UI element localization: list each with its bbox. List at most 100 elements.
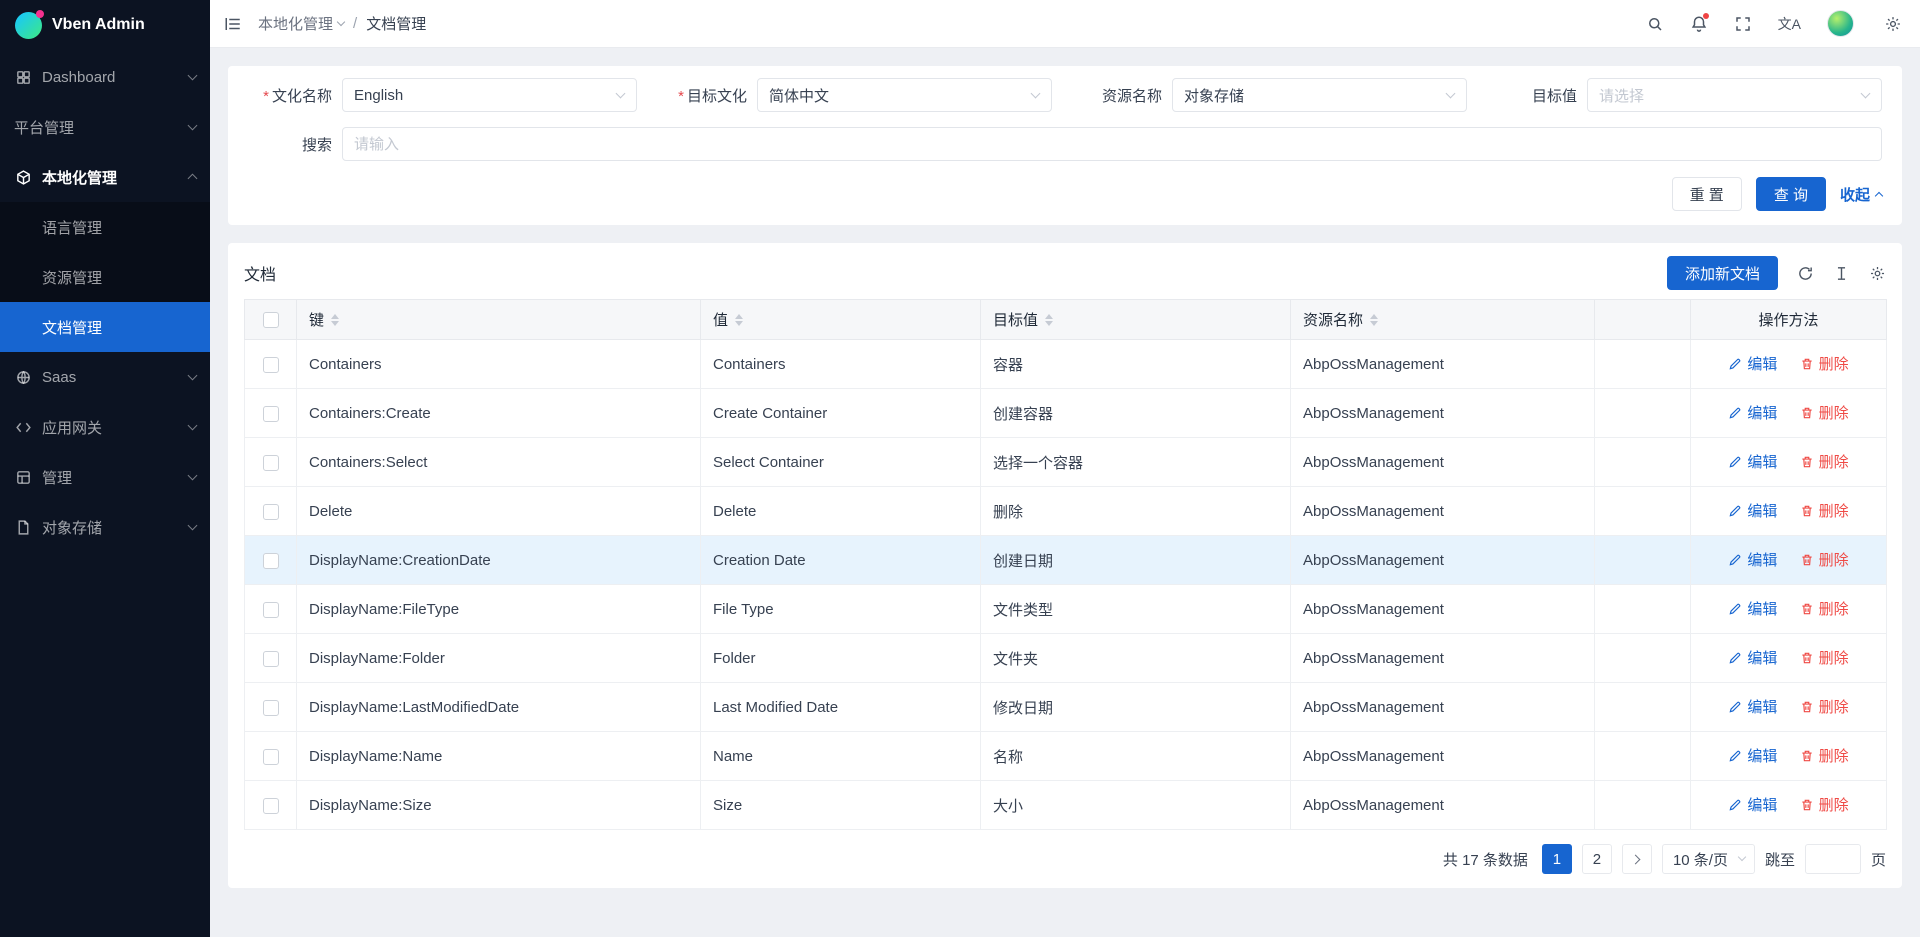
edit-button[interactable]: 编辑 [1728, 402, 1777, 423]
cell-key: DisplayName:CreationDate [297, 536, 701, 585]
avatar[interactable] [1827, 10, 1854, 37]
delete-button[interactable]: 删除 [1800, 696, 1849, 717]
edit-button[interactable]: 编辑 [1728, 598, 1777, 619]
delete-button[interactable]: 删除 [1800, 549, 1849, 570]
row-checkbox[interactable] [263, 553, 279, 569]
edit-button[interactable]: 编辑 [1728, 353, 1777, 374]
column-key[interactable]: 键 [297, 300, 701, 340]
cell-target-value: 创建容器 [981, 389, 1291, 438]
column-value[interactable]: 值 [701, 300, 981, 340]
cell-resource-name: AbpOssManagement [1291, 585, 1595, 634]
filter-panel: *文化名称 English *目标文化 简体中文 [228, 66, 1902, 225]
sort-icon[interactable] [735, 314, 743, 326]
row-checkbox[interactable] [263, 749, 279, 765]
row-checkbox[interactable] [263, 504, 279, 520]
topbar-actions: 文A [1646, 10, 1902, 37]
edit-button[interactable]: 编辑 [1728, 745, 1777, 766]
sidebar-item-localization[interactable]: 本地化管理 [0, 152, 210, 202]
culture-name-select[interactable]: English [342, 78, 637, 112]
edit-button[interactable]: 编辑 [1728, 794, 1777, 815]
target-value-label: 目标值 [1493, 85, 1587, 106]
sidebar-collapse-icon[interactable] [224, 15, 242, 33]
sort-icon[interactable] [1370, 314, 1378, 326]
sort-icon[interactable] [1045, 314, 1053, 326]
delete-button[interactable]: 删除 [1800, 794, 1849, 815]
main-area: 本地化管理 / 文档管理 文A [210, 0, 1920, 937]
cell-value: Containers [701, 340, 981, 389]
target-culture-select[interactable]: 简体中文 [757, 78, 1052, 112]
breadcrumb-parent[interactable]: 本地化管理 [258, 13, 344, 34]
row-checkbox[interactable] [263, 406, 279, 422]
pagination-page-1[interactable]: 1 [1542, 844, 1572, 874]
search-row: 搜索 [248, 127, 1882, 161]
page-size-select[interactable]: 10 条/页 [1662, 844, 1755, 874]
sidebar-item-admin[interactable]: 管理 [0, 452, 210, 502]
sidebar-item-gateway[interactable]: 应用网关 [0, 402, 210, 452]
delete-button[interactable]: 删除 [1800, 745, 1849, 766]
column-resource-name[interactable]: 资源名称 [1291, 300, 1595, 340]
sidebar-item-language-management[interactable]: 语言管理 [0, 202, 210, 252]
column-target-value[interactable]: 目标值 [981, 300, 1291, 340]
row-checkbox[interactable] [263, 455, 279, 471]
edit-button[interactable]: 编辑 [1728, 451, 1777, 472]
edit-button[interactable]: 编辑 [1728, 647, 1777, 668]
app-logo[interactable]: Vben Admin [0, 0, 210, 50]
row-checkbox[interactable] [263, 651, 279, 667]
sidebar-item-saas[interactable]: Saas [0, 352, 210, 402]
pagination: 共 17 条数据 1 2 10 条/页 跳至 页 [244, 844, 1886, 874]
jump-to-page-input[interactable] [1805, 844, 1861, 874]
row-height-icon[interactable] [1833, 265, 1850, 282]
notifications-bell-icon[interactable] [1690, 15, 1708, 33]
language-switch-icon[interactable]: 文A [1778, 14, 1801, 34]
resource-name-select[interactable]: 对象存储 [1172, 78, 1467, 112]
sidebar-item-dashboard[interactable]: Dashboard [0, 52, 210, 102]
filter-actions: 重 置 查 询 收起 [248, 177, 1882, 211]
sidebar-item-document-management[interactable]: 文档管理 [0, 302, 210, 352]
delete-button[interactable]: 删除 [1800, 402, 1849, 423]
target-value-select[interactable]: 请选择 [1587, 78, 1882, 112]
delete-button[interactable]: 删除 [1800, 353, 1849, 374]
row-checkbox[interactable] [263, 357, 279, 373]
cell-resource-name: AbpOssManagement [1291, 732, 1595, 781]
sidebar-item-resource-management[interactable]: 资源管理 [0, 252, 210, 302]
settings-gear-icon[interactable] [1884, 15, 1902, 33]
refresh-icon[interactable] [1797, 265, 1814, 282]
page-content: *文化名称 English *目标文化 简体中文 [210, 48, 1920, 937]
edit-button[interactable]: 编辑 [1728, 500, 1777, 521]
edit-button[interactable]: 编辑 [1728, 696, 1777, 717]
add-document-button[interactable]: 添加新文档 [1667, 256, 1778, 290]
delete-button[interactable]: 删除 [1800, 500, 1849, 521]
field-target-culture: *目标文化 简体中文 [663, 78, 1052, 112]
cell-target-value: 文件夹 [981, 634, 1291, 683]
cell-key: Containers:Create [297, 389, 701, 438]
fullscreen-icon[interactable] [1734, 15, 1752, 33]
delete-button[interactable]: 删除 [1800, 451, 1849, 472]
collapse-filter-link[interactable]: 收起 [1840, 184, 1882, 205]
chevron-down-icon [188, 71, 198, 81]
row-checkbox[interactable] [263, 798, 279, 814]
cell-empty [1595, 634, 1691, 683]
row-checkbox[interactable] [263, 602, 279, 618]
reset-button[interactable]: 重 置 [1672, 177, 1742, 211]
query-button[interactable]: 查 询 [1756, 177, 1826, 211]
cell-target-value: 大小 [981, 781, 1291, 830]
breadcrumb-current[interactable]: 文档管理 [366, 13, 426, 34]
pagination-page-2[interactable]: 2 [1582, 844, 1612, 874]
table-title: 文档 [244, 261, 276, 285]
sort-icon[interactable] [331, 314, 339, 326]
column-settings-gear-icon[interactable] [1869, 265, 1886, 282]
sidebar-item-object-storage[interactable]: 对象存储 [0, 502, 210, 552]
select-all-checkbox[interactable] [263, 312, 279, 328]
sidebar-item-platform[interactable]: 平台管理 [0, 102, 210, 152]
table-row: DisplayName:Folder Folder 文件夹 AbpOssMana… [245, 634, 1887, 683]
pagination-next-button[interactable] [1622, 844, 1652, 874]
cell-empty [1595, 487, 1691, 536]
search-input[interactable] [342, 127, 1882, 161]
search-icon[interactable] [1646, 15, 1664, 33]
delete-button[interactable]: 删除 [1800, 598, 1849, 619]
app-root: Vben Admin Dashboard 平台管理 本地化管理 [0, 0, 1920, 937]
chevron-up-icon [1875, 191, 1883, 199]
edit-button[interactable]: 编辑 [1728, 549, 1777, 570]
delete-button[interactable]: 删除 [1800, 647, 1849, 668]
row-checkbox[interactable] [263, 700, 279, 716]
